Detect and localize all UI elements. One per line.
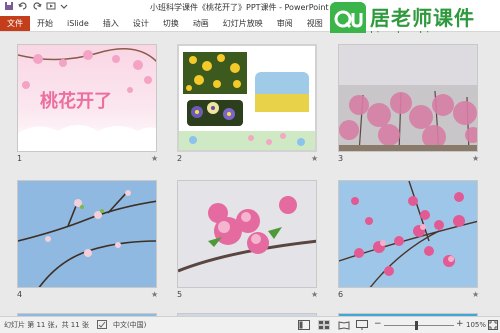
tab-insert[interactable]: 插入 (96, 16, 126, 31)
slide-5-image (178, 181, 316, 287)
slide-1-animation-star: ★ (151, 154, 159, 163)
slide-1-title: 桃花开了 (40, 90, 112, 112)
zoom-out-button[interactable]: − (374, 319, 382, 329)
more-icon[interactable] (60, 1, 68, 15)
quick-access-toolbar (0, 1, 68, 15)
slide-3-animation-star: ★ (472, 154, 480, 163)
slide-count-status: 幻灯片 第 11 张，共 11 张 (4, 321, 89, 329)
slide-thumbnail-1[interactable]: 桃花开了 (17, 44, 157, 152)
zoom-in-button[interactable]: + (456, 319, 464, 329)
slide-4-image (18, 181, 156, 287)
language-status[interactable]: 中文(中国) (113, 320, 146, 330)
tab-animations[interactable]: 动画 (186, 16, 216, 31)
slide-number-5: 5 (177, 290, 183, 299)
tab-transitions[interactable]: 切换 (156, 16, 186, 31)
reading-view-icon[interactable] (338, 320, 350, 332)
slide-2-image (179, 46, 315, 150)
slide-6-animation-star: ★ (472, 290, 480, 299)
tab-file[interactable]: 文件 (0, 16, 30, 31)
redo-icon[interactable] (32, 1, 42, 15)
tab-view[interactable]: 视图 (300, 16, 330, 31)
tab-home[interactable]: 开始 (30, 16, 60, 31)
tab-design[interactable]: 设计 (126, 16, 156, 31)
status-bar: 幻灯片 第 11 张，共 11 张 中文(中国) − + 105% (0, 316, 500, 333)
slide-number-3: 3 (338, 154, 344, 163)
slide-sorter-view-icon[interactable] (318, 320, 330, 332)
save-icon[interactable] (4, 1, 14, 15)
zoom-level[interactable]: 105% (466, 321, 486, 329)
slide-2-animation-star: ★ (311, 154, 319, 163)
tab-slideshow[interactable]: 幻灯片放映 (216, 16, 270, 31)
slide-1-image: 桃花开了 (18, 45, 156, 151)
slide-thumbnail-6[interactable] (338, 180, 478, 288)
slide-4-animation-star: ★ (151, 290, 159, 299)
slide-thumbnail-5[interactable] (177, 180, 317, 288)
present-icon[interactable] (46, 1, 56, 15)
slide-3-image (339, 45, 477, 151)
undo-icon[interactable] (18, 1, 28, 15)
slide-thumbnail-2[interactable] (177, 44, 317, 152)
slide-6-image (339, 181, 477, 287)
slideshow-view-icon[interactable] (356, 320, 368, 332)
spellcheck-icon[interactable] (96, 319, 107, 331)
slide-number-4: 4 (17, 290, 23, 299)
slide-number-6: 6 (338, 290, 344, 299)
slide-thumbnail-4[interactable] (17, 180, 157, 288)
watermark-title: 居老师课件 (370, 6, 475, 30)
slide-number-2: 2 (177, 154, 183, 163)
window-title: 小班科学课件《桃花开了》PPT课件 - PowerPoint (150, 3, 329, 12)
tab-review[interactable]: 审阅 (270, 16, 300, 31)
slide-number-1: 1 (17, 154, 23, 163)
slide-sorter: 桃花开了 1 ★ 2 ★ 3 ★ 4 ★ 5 ★ 6 ★ (0, 33, 500, 316)
slide-5-animation-star: ★ (311, 290, 319, 299)
fit-to-window-icon[interactable] (488, 320, 498, 332)
zoom-slider-thumb[interactable] (415, 321, 418, 330)
normal-view-icon[interactable] (298, 320, 310, 332)
zoom-slider[interactable] (384, 325, 454, 326)
slide-thumbnail-3[interactable] (338, 44, 478, 152)
tab-islide[interactable]: iSlide (60, 16, 96, 31)
